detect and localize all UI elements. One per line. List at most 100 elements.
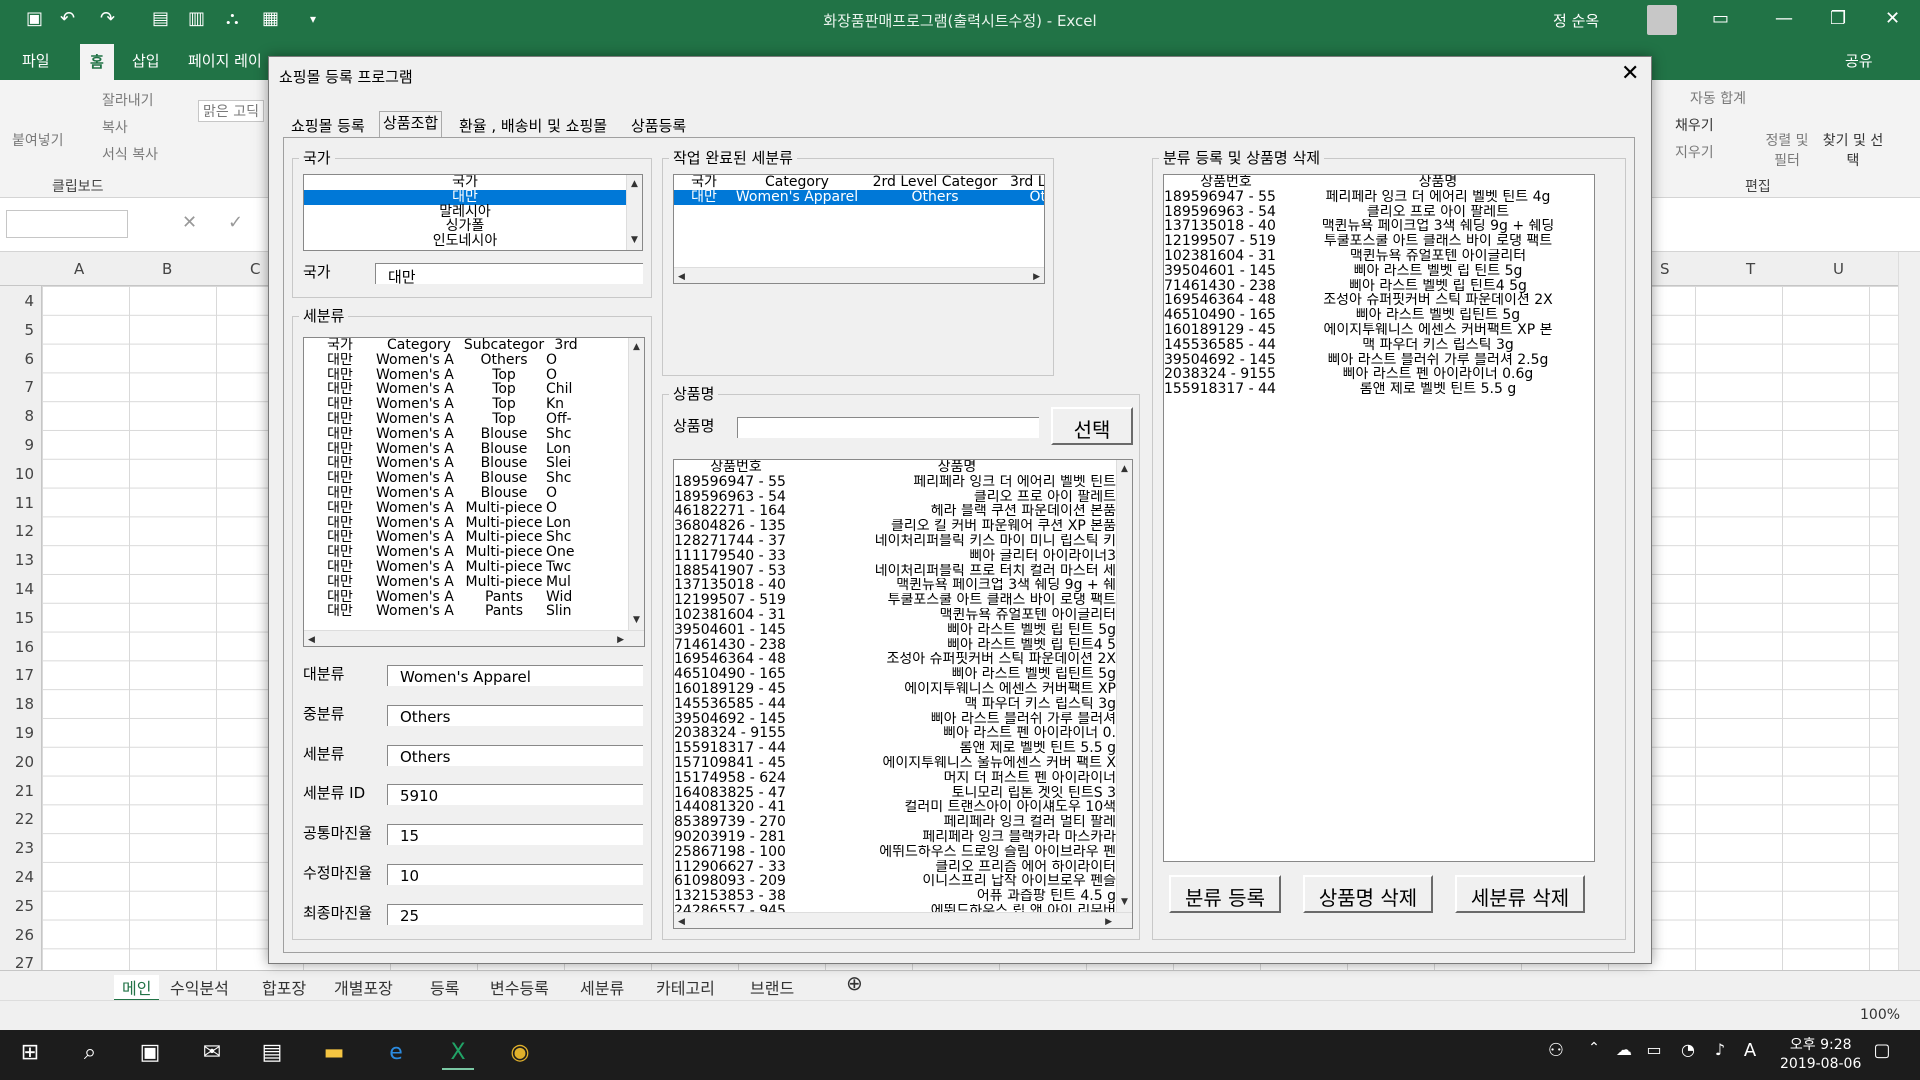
country-listbox[interactable]: 국가 대만 말레시아 싱가폴 인도네시아 ▲ ▼	[303, 174, 643, 251]
register-listbox[interactable]: 상품번호 상품명 189596947 - 55 페리페라 잉크 더 에어리 벨벳 틴트…	[1163, 174, 1595, 862]
list-row[interactable]: 90203919 - 281 페리페라 잉크 블랙카라 마스카라	[674, 830, 1132, 845]
scroll-down-icon[interactable]: ▼	[1121, 895, 1128, 910]
scroll-left-icon[interactable]: ◀	[678, 915, 685, 928]
subcategory-field-input[interactable]: 5910	[387, 784, 643, 806]
list-row[interactable]: 132153853 - 38 어퓨 과즙팡 틴트 4.5 g	[674, 889, 1132, 904]
tab-page-layout[interactable]: 페이지 레이	[188, 50, 262, 71]
country-list-scrollbar[interactable]: ▲ ▼	[626, 175, 642, 250]
list-row[interactable]: 164083825 - 47 토니모리 립톤 겟잇 틴트S 3	[674, 786, 1132, 801]
wifi-icon[interactable]: ◔	[1672, 1040, 1704, 1070]
column-header[interactable]: C	[250, 260, 260, 278]
scroll-left-icon[interactable]: ◀	[678, 270, 685, 283]
scroll-down-icon[interactable]: ▼	[631, 233, 638, 248]
list-row[interactable]: 대만 Women's A Multi-piece Lon	[304, 516, 644, 531]
subcategory-list-hscroll[interactable]: ◀ ▶	[304, 630, 644, 646]
list-row[interactable]: 대만 Women's Apparel Others Ot	[674, 189, 1044, 205]
row-header[interactable]: 25	[0, 897, 34, 915]
scroll-left-icon[interactable]: ◀	[308, 633, 315, 646]
row-header[interactable]: 16	[0, 638, 34, 656]
cancel-formula-icon[interactable]: ✕	[182, 212, 197, 233]
notification-icon[interactable]: ▢	[1866, 1040, 1898, 1070]
list-row[interactable]: 160189129 - 45 에이지투웨니스 에센스 커버팩트 XP	[674, 682, 1132, 697]
row-header[interactable]: 12	[0, 522, 34, 540]
list-row[interactable]: 15174958 - 624 머지 더 퍼스트 펜 아이라이너	[674, 771, 1132, 786]
add-sheet-icon[interactable]: ⊕	[846, 971, 863, 995]
list-row[interactable]: 대만 Women's A Multi-piece Twc	[304, 560, 644, 575]
list-row[interactable]: 189596963 - 54 클리오 프로 아이 팔레트	[1164, 205, 1594, 220]
fill-button[interactable]: 채우기	[1675, 115, 1714, 135]
ime-indicator[interactable]: A	[1734, 1040, 1766, 1070]
row-header[interactable]: 23	[0, 839, 34, 857]
excel-app-icon[interactable]: X	[442, 1040, 474, 1070]
onedrive-icon[interactable]: ☁	[1608, 1040, 1640, 1070]
list-row[interactable]: 대만 Women's A Blouse O	[304, 486, 644, 501]
select-button[interactable]: 선택	[1051, 407, 1133, 445]
cut-button[interactable]: 잘라내기	[102, 90, 154, 110]
scroll-down-icon[interactable]: ▼	[633, 613, 640, 628]
list-row[interactable]: 39504601 - 145 삐아 라스트 벨벳 립 틴트 5g	[1164, 264, 1594, 279]
tab-product-combo[interactable]: 상품조합	[379, 111, 443, 137]
list-row[interactable]: 대만 Women's A Pants Slin	[304, 604, 644, 619]
list-row[interactable]: 61098093 - 209 이니스프리 납작 아이브로우 펜슬	[674, 874, 1132, 889]
tab-home[interactable]: 홈	[80, 44, 114, 80]
autosum-button[interactable]: 자동 합계	[1690, 88, 1746, 108]
subcategory-field-input[interactable]: 15	[387, 824, 643, 846]
tab-exchange-shipping[interactable]: 환율 , 배송비 및 쇼핑몰	[459, 115, 607, 136]
maximize-icon[interactable]: ❐	[1830, 8, 1846, 29]
list-row[interactable]: 대만 Women's A Top Chil	[304, 382, 644, 397]
list-row[interactable]: 2038324 - 9155 삐아 라스트 펜 아이라이너 0.	[674, 726, 1132, 741]
row-header[interactable]: 18	[0, 695, 34, 713]
sheet-tab[interactable]: 수익분석	[170, 975, 229, 999]
list-row[interactable]: 46510490 - 165 삐아 라스트 벨벳 립틴트 5g	[674, 667, 1132, 682]
list-row[interactable]: 111179540 - 33 삐아 글리터 아이라이너3	[674, 549, 1132, 564]
done-list-hscroll[interactable]: ◀ ▶	[674, 267, 1044, 283]
share-button[interactable]: 공유	[1845, 50, 1873, 71]
tab-file[interactable]: 파일	[22, 50, 50, 71]
register-category-button[interactable]: 분류 등록	[1169, 875, 1281, 913]
list-row[interactable]: 188541907 - 53 네이처리퍼블릭 프로 터치 컬러 마스터 세	[674, 564, 1132, 579]
country-list-item[interactable]: 인도네시아	[304, 234, 642, 249]
sheet-tab[interactable]: 등록	[430, 975, 459, 999]
sheet-tab[interactable]: 브랜드	[750, 975, 794, 999]
list-row[interactable]: 대만 Women's A Blouse Shc	[304, 427, 644, 442]
minimize-icon[interactable]: —	[1775, 8, 1793, 29]
tab-product-register[interactable]: 상품등록	[631, 115, 686, 136]
list-row[interactable]: 대만 Women's A Multi-piece One	[304, 545, 644, 560]
dialog-close-button[interactable]: ✕	[1621, 61, 1639, 86]
product-search-input[interactable]	[737, 417, 1039, 438]
sheet-tab[interactable]: 메인	[114, 975, 160, 1001]
sheet-tab[interactable]: 카테고리	[656, 975, 715, 999]
list-row[interactable]: 169546364 - 48 조성아 슈퍼핏커버 스틱 파운데이션 2X	[674, 652, 1132, 667]
task-view-icon[interactable]: ▣	[134, 1040, 166, 1070]
subcategory-field-input[interactable]: 10	[387, 864, 643, 885]
list-row[interactable]: 39504601 - 145 삐아 라스트 벨벳 립 틴트 5g	[674, 623, 1132, 638]
column-header[interactable]: A	[74, 260, 84, 278]
row-header[interactable]: 19	[0, 724, 34, 742]
list-row[interactable]: 128271744 - 37 네이처리퍼블릭 키스 마이 미니 립스틱 키	[674, 534, 1132, 549]
list-row[interactable]: 39504692 - 145 삐아 라스트 블러쉬 가루 블러셔	[674, 712, 1132, 727]
row-header[interactable]: 15	[0, 609, 34, 627]
row-header[interactable]: 21	[0, 782, 34, 800]
zoom-level[interactable]: 100%	[1860, 1007, 1900, 1023]
product-listbox[interactable]: 상품번호 상품명 189596947 - 55 페리페라 잉크 더 에어리 벨벳 틴트…	[673, 459, 1133, 929]
tray-chevron-icon[interactable]: ⌃	[1578, 1040, 1610, 1070]
row-header[interactable]: 5	[0, 321, 34, 339]
country-list-item[interactable]: 국가	[304, 175, 642, 190]
row-header[interactable]: 22	[0, 810, 34, 828]
sheet-tab[interactable]: 변수등록	[490, 975, 549, 999]
scroll-up-icon[interactable]: ▲	[633, 340, 640, 355]
done-subcategory-listbox[interactable]: 국가 Category 2rd Level Categor 3rd Lev 대만 Wome…	[673, 174, 1045, 284]
list-row[interactable]: 12199507 - 519 투쿨포스쿨 아트 클래스 바이 로댕 팩트	[1164, 234, 1594, 249]
row-header[interactable]: 14	[0, 580, 34, 598]
paste-button[interactable]: 붙여넣기	[12, 130, 64, 150]
list-row[interactable]: 36804826 - 135 클리오 킬 커버 파운웨어 쿠션 XP 본품	[674, 519, 1132, 534]
find-select-button[interactable]: 찾기 및 선택	[1822, 130, 1884, 170]
list-row[interactable]: 대만 Women's A Top Kn	[304, 397, 644, 412]
list-row[interactable]: 12199507 - 519 투쿨포스쿨 아트 클래스 바이 로댕 팩트	[674, 593, 1132, 608]
row-header[interactable]: 13	[0, 551, 34, 569]
list-row[interactable]: 대만 Women's A Blouse Shc	[304, 471, 644, 486]
format-painter-button[interactable]: 서식 복사	[102, 144, 158, 164]
file-explorer-icon[interactable]: ▬	[318, 1040, 350, 1070]
column-header[interactable]: U	[1833, 260, 1844, 278]
country-list-item[interactable]: 싱가폴	[304, 219, 642, 234]
